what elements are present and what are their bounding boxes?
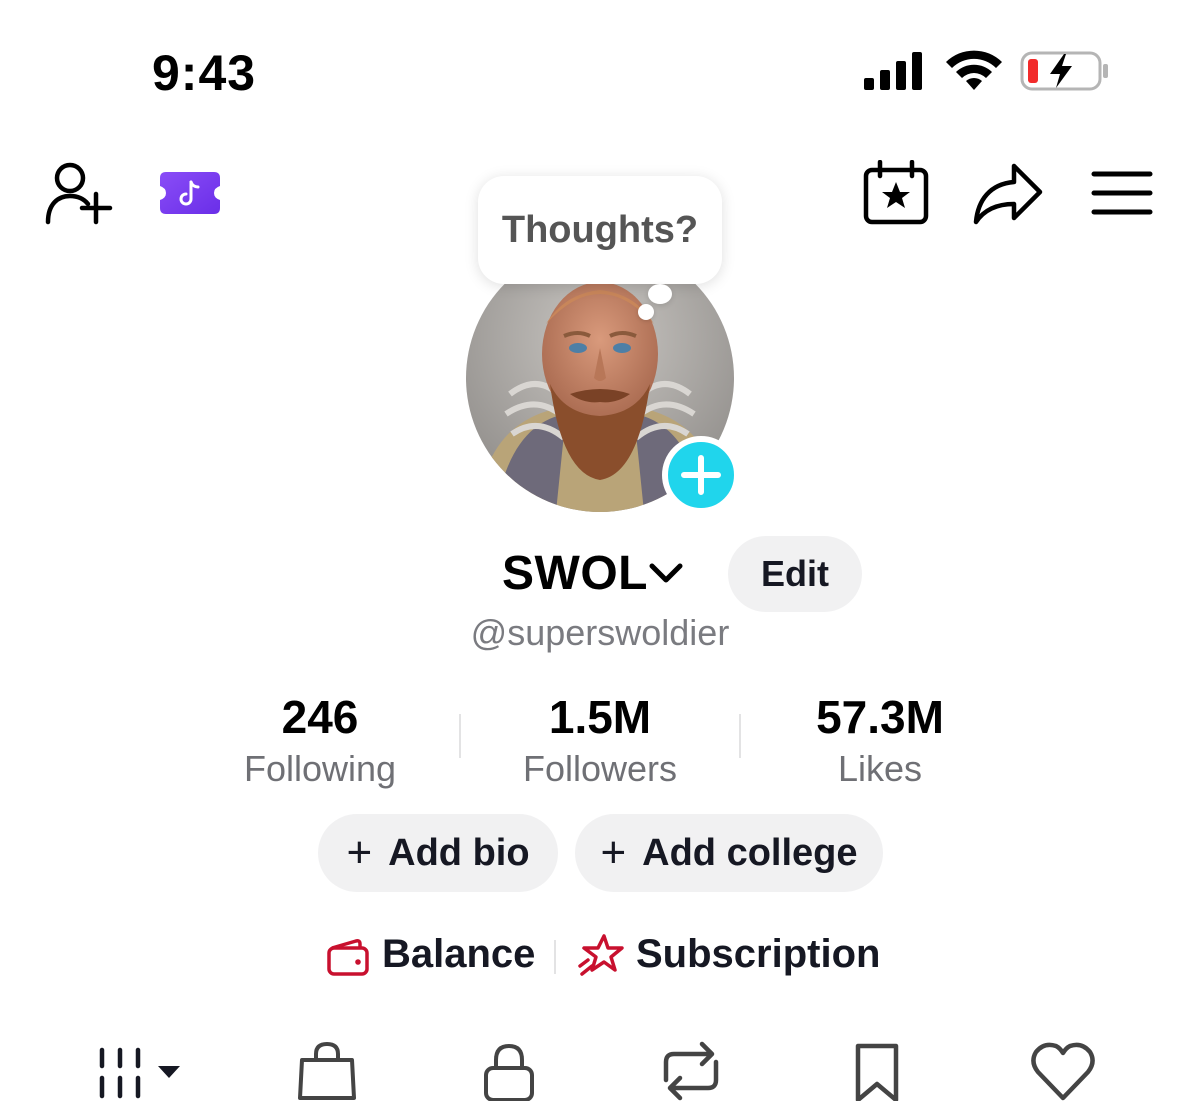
battery-charging-icon [1020,51,1108,91]
balance-link[interactable]: Balance [382,932,535,977]
edit-profile-button[interactable]: Edit [728,536,862,612]
stat-label: Following [243,748,397,789]
wifi-icon [946,50,1002,90]
plus-icon [681,455,721,495]
username-handle: @superswoldier [470,612,730,653]
calendar-star-icon[interactable] [862,160,930,226]
menu-icon[interactable] [1090,168,1154,218]
add-bio-label: Add bio [388,831,530,874]
add-friend-icon[interactable] [44,160,114,226]
repost-icon[interactable] [656,1040,726,1101]
stat-divider [739,714,741,758]
stat-value: 57.3M [816,691,944,743]
shopping-bag-icon[interactable] [292,1040,362,1101]
stat-following[interactable]: 246 Following [190,690,450,790]
lock-icon[interactable] [474,1040,544,1101]
tiktok-ticket-icon[interactable] [158,168,222,218]
add-college-button[interactable]: + Add college [575,814,883,892]
stat-value: 1.5M [548,691,652,743]
stat-value: 246 [281,691,359,743]
wallet-icon[interactable] [326,938,370,976]
grid-icon[interactable] [96,1040,186,1101]
chevron-down-icon[interactable] [648,560,684,586]
display-name[interactable]: SWOL [502,546,648,601]
stat-followers[interactable]: 1.5M Followers [470,690,730,790]
stat-divider [459,714,461,758]
stat-label: Followers [522,748,678,789]
add-college-label: Add college [642,831,858,874]
bubble-tail-dot [648,284,672,304]
cellular-signal-icon [864,52,922,90]
stat-likes[interactable]: 57.3M Likes [750,690,1010,790]
stat-label: Likes [837,748,923,789]
subscription-star-icon[interactable] [578,932,626,980]
share-arrow-icon[interactable] [972,162,1044,226]
plus-icon: + [346,828,373,877]
heart-icon[interactable] [1028,1040,1098,1101]
bubble-tail-dot-small [638,304,654,320]
plus-icon: + [600,828,627,877]
thought-bubble[interactable]: Thoughts? [478,176,722,284]
subscription-link[interactable]: Subscription [636,932,880,977]
status-time: 9:43 [152,45,257,101]
thought-bubble-text: Thoughts? [501,208,699,251]
bookmark-icon[interactable] [842,1040,912,1101]
add-bio-button[interactable]: + Add bio [318,814,558,892]
link-separator [554,940,556,974]
add-avatar-button[interactable] [662,436,740,514]
